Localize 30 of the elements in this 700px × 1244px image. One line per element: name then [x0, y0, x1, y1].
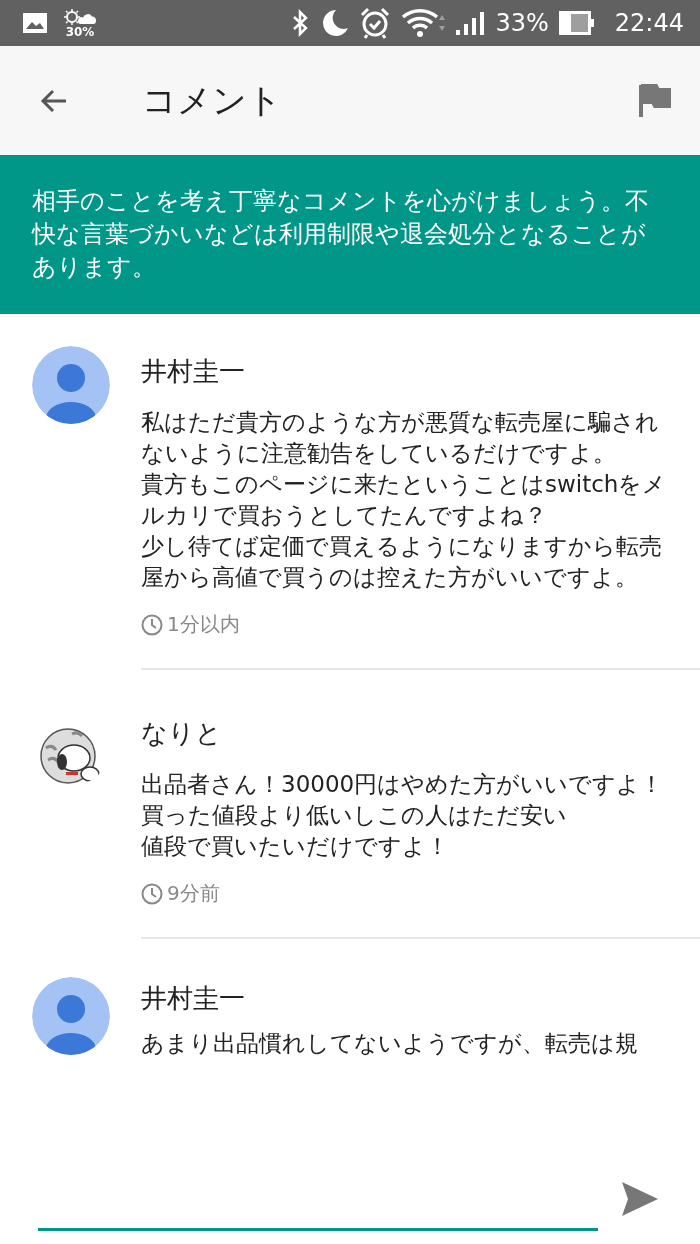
comment-text: 値段で買いたいだけですよ！ — [141, 832, 450, 861]
battery-percentage: 33% — [495, 9, 549, 37]
commenter-name: なりと — [141, 717, 223, 750]
notice-text: 相手のことを考え丁寧なコメントを心がけましょう。不快な言葉づかいなどは利用制限や退会処分となることがあります。 — [32, 186, 650, 283]
comment-time: 1分以内 — [167, 611, 240, 638]
alarm-icon — [359, 7, 392, 39]
commenter-name: 井村圭一 — [141, 355, 246, 388]
wifi-icon — [401, 8, 446, 38]
battery-icon — [558, 11, 595, 35]
commenter-name: 井村圭一 — [141, 982, 246, 1015]
clock-icon — [141, 613, 163, 636]
comment-time: 9分前 — [167, 880, 220, 907]
bluetooth-icon — [291, 9, 310, 37]
flag-icon — [638, 82, 672, 119]
screen-title: コメント — [142, 78, 283, 122]
avatar-icon — [32, 346, 110, 424]
comment-text: 出品者さん！30000円はやめた方がいいですよ！ — [141, 770, 665, 799]
clock-icon — [141, 882, 163, 905]
clock-time: 22:44 — [614, 9, 684, 37]
signal-icon — [455, 10, 486, 36]
avatar-icon — [32, 977, 110, 1055]
image-icon — [22, 12, 48, 34]
comment-text: あまり出品慣れしてないようですが、転売は規 — [141, 1029, 639, 1058]
weather-icon — [62, 8, 98, 26]
weather-temperature: 30% — [65, 26, 95, 38]
comment-text: 私はただ貴方のような方が悪質な転売屋に騙されないように注意勧告をしているだけですよ。 — [141, 408, 660, 468]
send-icon — [620, 1180, 660, 1218]
comment-text: 買った値段より低いしこの人はただ安い — [141, 801, 568, 830]
comment-text: 少し待てば定価で買えるようになりますから転売屋から高値で買うのは控えた方がいいですよ。 — [141, 532, 663, 592]
comment-text: 貴方もこのページに来たということはswitchをメルカリで買おうとしてたんですよね？ — [141, 470, 668, 530]
